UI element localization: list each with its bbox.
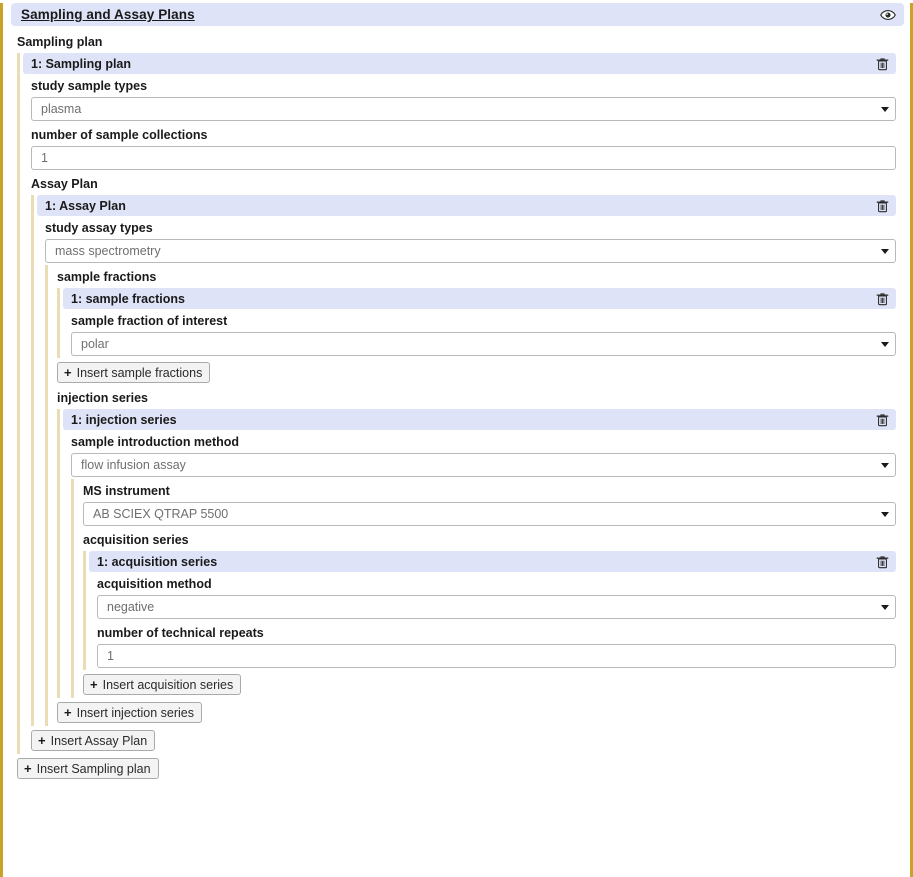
repeat-header-sample-fractions: 1: sample fractions	[63, 288, 896, 309]
label-number-of-sample-collections: number of sample collections	[31, 128, 208, 142]
label-study-assay-types: study assay types	[45, 221, 153, 235]
field-study-assay-types: study assay types mass spectrometry	[45, 216, 896, 265]
sampling-assay-plans-form: Sampling and Assay Plans Sampling plan 1…	[0, 3, 913, 877]
insert-acquisition-series-button[interactable]: + Insert acquisition series	[83, 674, 242, 695]
field-acquisition-method: acquisition method negative	[97, 572, 896, 621]
field-number-of-sample-collections: number of sample collections 1	[31, 123, 896, 172]
eye-icon[interactable]	[880, 7, 896, 23]
select-ms-instrument-value: AB SCIEX QTRAP 5500	[93, 507, 229, 521]
chevron-down-icon	[881, 604, 889, 610]
repeat-item-assay-plan: 1: Assay Plan study assay types mass spe…	[31, 195, 896, 726]
repeat-body-injection-series: sample introduction method flow infusion…	[60, 430, 896, 698]
insert-acquisition-series-label: Insert acquisition series	[102, 677, 234, 692]
group-label-sampling-plan: Sampling plan	[17, 35, 103, 49]
panel-header: Sampling and Assay Plans	[11, 3, 904, 26]
repeat-title-acquisition-series: 1: acquisition series	[97, 554, 218, 569]
insert-sample-fractions-label: Insert sample fractions	[76, 365, 203, 380]
repeat-title-injection-series: 1: injection series	[71, 412, 177, 427]
label-ms-instrument: MS instrument	[83, 484, 170, 498]
delete-sample-fractions-button[interactable]	[876, 292, 889, 306]
repeat-header-sampling-plan: 1: Sampling plan	[23, 53, 896, 74]
select-acquisition-method[interactable]: negative	[97, 595, 896, 619]
chevron-down-icon	[881, 341, 889, 347]
plus-icon: +	[24, 761, 32, 776]
repeat-header-injection-series: 1: injection series	[63, 409, 896, 430]
repeat-item-acquisition-series: 1: acquisition series acquisition method…	[83, 551, 896, 670]
select-acquisition-method-value: negative	[107, 600, 155, 614]
repeat-header-assay-plan: 1: Assay Plan	[37, 195, 896, 216]
input-number-of-sample-collections-value: 1	[41, 151, 48, 165]
select-sample-fraction-of-interest-value: polar	[81, 337, 109, 351]
repeat-body-sampling-plan: study sample types plasma number of samp…	[20, 74, 896, 754]
trash-icon	[876, 555, 889, 568]
repeat-title-sample-fractions: 1: sample fractions	[71, 291, 185, 306]
repeat-title-assay-plan: 1: Assay Plan	[45, 198, 126, 213]
input-number-of-sample-collections[interactable]: 1	[31, 146, 896, 170]
plus-icon: +	[64, 365, 72, 380]
repeat-header-acquisition-series: 1: acquisition series	[89, 551, 896, 572]
insert-assay-plan-button[interactable]: + Insert Assay Plan	[31, 730, 156, 751]
group-label-sample-fractions: sample fractions	[57, 270, 157, 284]
nest-ms-instrument: MS instrument AB SCIEX QTRAP 5500 acquis…	[71, 479, 896, 698]
input-number-of-technical-repeats-value: 1	[107, 649, 114, 663]
select-sample-fraction-of-interest[interactable]: polar	[71, 332, 896, 356]
delete-acquisition-series-button[interactable]	[876, 555, 889, 569]
plus-icon: +	[64, 705, 72, 720]
eye-icon-glyph	[880, 9, 896, 20]
repeat-item-sample-fractions: 1: sample fractions sample fraction of i…	[57, 288, 896, 358]
plus-icon: +	[90, 677, 98, 692]
trash-icon	[876, 199, 889, 212]
trash-icon	[876, 413, 889, 426]
repeat-body-sample-fractions: sample fraction of interest polar	[60, 309, 896, 358]
group-label-injection-series: injection series	[57, 391, 149, 405]
label-number-of-technical-repeats: number of technical repeats	[97, 626, 264, 640]
delete-sampling-plan-button[interactable]	[876, 57, 889, 71]
repeat-item-sampling-plan: 1: Sampling plan study sample types plas…	[17, 53, 896, 754]
select-study-sample-types[interactable]: plasma	[31, 97, 896, 121]
repeat-item-injection-series: 1: injection series sample introduction …	[57, 409, 896, 698]
select-sample-introduction-method[interactable]: flow infusion assay	[71, 453, 896, 477]
chevron-down-icon	[881, 511, 889, 517]
repeat-body-assay-plan: study assay types mass spectrometry samp…	[34, 216, 896, 726]
select-sample-introduction-method-value: flow infusion assay	[81, 458, 186, 472]
chevron-down-icon	[881, 462, 889, 468]
page-title: Sampling and Assay Plans	[21, 7, 195, 22]
select-ms-instrument[interactable]: AB SCIEX QTRAP 5500	[83, 502, 896, 526]
trash-icon	[876, 57, 889, 70]
select-study-assay-types[interactable]: mass spectrometry	[45, 239, 896, 263]
repeat-title-sampling-plan: 1: Sampling plan	[31, 56, 132, 71]
group-label-acquisition-series: acquisition series	[83, 533, 189, 547]
field-number-of-technical-repeats: number of technical repeats 1	[97, 621, 896, 670]
delete-injection-series-button[interactable]	[876, 413, 889, 427]
delete-assay-plan-button[interactable]	[876, 199, 889, 213]
insert-sampling-plan-label: Insert Sampling plan	[36, 761, 151, 776]
label-sample-introduction-method: sample introduction method	[71, 435, 240, 449]
label-study-sample-types: study sample types	[31, 79, 148, 93]
chevron-down-icon	[881, 106, 889, 112]
trash-icon	[876, 292, 889, 305]
insert-sample-fractions-button[interactable]: + Insert sample fractions	[57, 362, 211, 383]
select-study-assay-types-value: mass spectrometry	[55, 244, 161, 258]
insert-sampling-plan-button[interactable]: + Insert Sampling plan	[17, 758, 159, 779]
plus-icon: +	[38, 733, 46, 748]
nest-sample-fractions: sample fractions 1: sample fractions sam…	[45, 265, 896, 726]
field-ms-instrument: MS instrument AB SCIEX QTRAP 5500	[83, 479, 896, 528]
field-sample-fraction-of-interest: sample fraction of interest polar	[71, 309, 896, 358]
label-acquisition-method: acquisition method	[97, 577, 212, 591]
select-study-sample-types-value: plasma	[41, 102, 82, 116]
insert-injection-series-label: Insert injection series	[76, 705, 195, 720]
insert-injection-series-button[interactable]: + Insert injection series	[57, 702, 203, 723]
repeat-body-acquisition-series: acquisition method negative number of te…	[86, 572, 896, 670]
chevron-down-icon	[881, 248, 889, 254]
group-label-assay-plan: Assay Plan	[31, 177, 98, 191]
field-study-sample-types: study sample types plasma	[31, 74, 896, 123]
label-sample-fraction-of-interest: sample fraction of interest	[71, 314, 228, 328]
input-number-of-technical-repeats[interactable]: 1	[97, 644, 896, 668]
insert-assay-plan-label: Insert Assay Plan	[50, 733, 148, 748]
field-sample-introduction-method: sample introduction method flow infusion…	[71, 430, 896, 479]
